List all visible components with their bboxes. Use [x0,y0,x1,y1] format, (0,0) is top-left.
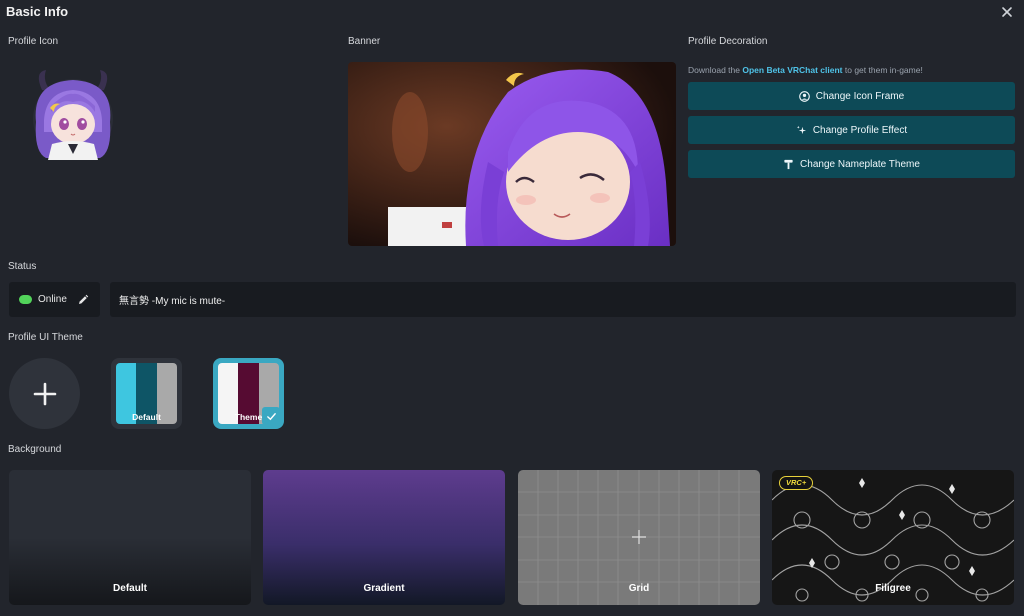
open-beta-link[interactable]: Open Beta VRChat client [742,65,842,75]
status-dot [19,295,32,304]
profile-decoration-label: Profile Decoration [688,36,768,47]
close-icon[interactable] [1000,5,1014,19]
vrc-plus-badge: VRC+ [779,476,814,490]
change-nameplate-theme-button[interactable]: Change Nameplate Theme [688,150,1015,178]
background-option-filigree[interactable]: VRC+ Filigree [772,470,1014,605]
change-icon-frame-label: Change Icon Frame [815,90,905,102]
plus-icon [33,382,56,405]
status-state: Online [38,294,67,305]
nameplate-icon [784,159,793,169]
decoration-hint: Download the Open Beta VRChat client to … [688,65,923,75]
hint-prefix: Download the [688,65,740,75]
selected-check [262,407,280,425]
status-description-text: 無言勢 -My mic is mute- [119,296,226,307]
theme-card-default[interactable]: Default [111,358,182,429]
background-option-grid[interactable]: Grid [518,470,760,605]
change-icon-frame-button[interactable]: Change Icon Frame [688,82,1015,110]
change-nameplate-theme-label: Change Nameplate Theme [800,158,920,170]
theme-card-theme[interactable]: Theme [213,358,284,429]
theme-name: Default [132,412,161,422]
background-option-default[interactable]: Default [9,470,251,605]
background-option-gradient[interactable]: Gradient [263,470,505,605]
status-label: Status [8,261,37,272]
background-name: Filigree [875,583,911,594]
user-circle-icon [798,90,810,102]
background-name: Default [113,583,147,594]
change-profile-effect-label: Change Profile Effect [812,124,908,136]
profile-ui-theme-label: Profile UI Theme [8,332,83,343]
change-profile-effect-button[interactable]: Change Profile Effect [688,116,1015,144]
banner-label: Banner [348,36,381,47]
sparkle-icon [796,125,806,134]
background-name: Grid [628,583,650,594]
dialog-title: Basic Info [6,4,69,19]
hint-suffix: to get them in-game! [844,65,923,75]
status-description-input[interactable]: 無言勢 -My mic is mute- [110,282,1016,317]
banner-image[interactable] [348,62,676,246]
pencil-icon[interactable] [77,294,89,306]
profile-icon-label: Profile Icon [8,36,59,47]
background-label: Background [8,444,62,455]
status-selector[interactable]: Online [9,282,100,317]
profile-icon-image[interactable] [20,62,126,168]
check-icon [266,412,276,420]
background-name: Gradient [363,583,405,594]
add-theme-button[interactable] [9,358,80,429]
